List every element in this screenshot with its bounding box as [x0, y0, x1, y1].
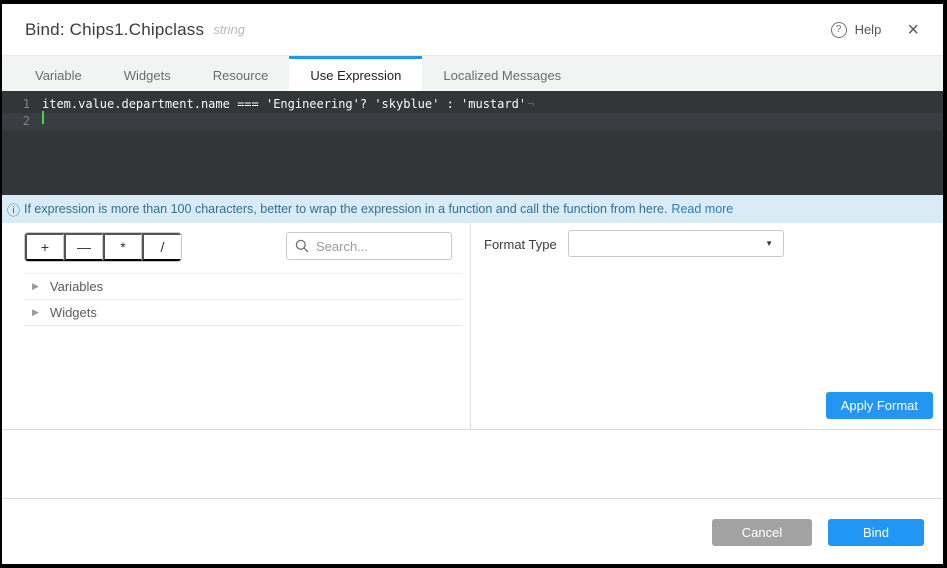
operator-button-group: + — * / [24, 232, 182, 262]
tab-label: Variable [35, 68, 82, 83]
eol-marker: ¬ [527, 96, 534, 113]
code-line-2: 2 [2, 113, 943, 130]
info-text: If expression is more than 100 character… [24, 202, 667, 216]
tab-use-expression[interactable]: Use Expression [289, 56, 422, 91]
multiply-operator-button[interactable]: * [103, 233, 142, 261]
tab-label: Localized Messages [443, 68, 561, 83]
search-box [286, 232, 452, 260]
bind-button[interactable]: Bind [828, 519, 924, 546]
main-panels: + — * / ▶ Variables [2, 223, 943, 430]
tab-localized-messages[interactable]: Localized Messages [422, 56, 582, 91]
help-link[interactable]: Help [855, 22, 882, 37]
tab-variable[interactable]: Variable [14, 56, 103, 91]
tab-label: Widgets [124, 68, 171, 83]
minus-operator-button[interactable]: — [64, 233, 103, 261]
format-type-dropdown[interactable]: ▼ [568, 230, 784, 257]
header-actions: ? Help × [831, 20, 919, 40]
bind-dialog: Bind: Chips1.Chipclass string ? Help × V… [2, 4, 943, 564]
chevron-right-icon: ▶ [32, 307, 39, 318]
chevron-right-icon: ▶ [32, 281, 39, 292]
format-type-label: Format Type [484, 237, 557, 252]
bottom-spacer [2, 430, 943, 499]
expression-info-bar: ⓘ If expression is more than 100 charact… [2, 195, 943, 223]
search-input[interactable] [316, 239, 443, 254]
tree-item-label: Widgets [50, 305, 97, 320]
plus-operator-button[interactable]: + [25, 233, 64, 261]
code-line-1: 1 item.value.department.name === 'Engine… [2, 96, 943, 113]
read-more-link[interactable]: Read more [671, 202, 733, 216]
format-panel: Format Type ▼ Apply Format [471, 223, 943, 429]
dropdown-arrow-icon: ▼ [765, 239, 773, 248]
dialog-title: Bind: Chips1.Chipclass [25, 20, 204, 40]
tree-item-widgets[interactable]: ▶ Widgets [24, 300, 462, 326]
expression-text: item.value.department.name === 'Engineer… [42, 96, 526, 113]
binding-source-tree: ▶ Variables ▶ Widgets [24, 273, 462, 326]
cancel-button[interactable]: Cancel [712, 519, 812, 546]
divide-operator-button[interactable]: / [142, 233, 181, 261]
info-icon: ⓘ [7, 200, 20, 219]
tab-label: Use Expression [310, 68, 401, 83]
apply-format-button[interactable]: Apply Format [826, 392, 933, 419]
tab-label: Resource [213, 68, 269, 83]
tab-bar: Variable Widgets Resource Use Expression… [2, 55, 943, 91]
line-number: 1 [2, 96, 42, 113]
text-cursor [42, 111, 44, 124]
expression-builder-panel: + — * / ▶ Variables [2, 223, 471, 429]
dialog-header: Bind: Chips1.Chipclass string ? Help × [2, 4, 943, 55]
tab-resource[interactable]: Resource [192, 56, 290, 91]
expression-code-editor[interactable]: 1 item.value.department.name === 'Engine… [2, 91, 943, 195]
line-number: 2 [2, 113, 42, 130]
tab-widgets[interactable]: Widgets [103, 56, 192, 91]
tree-item-variables[interactable]: ▶ Variables [24, 274, 462, 300]
search-icon [295, 239, 309, 253]
tree-item-label: Variables [50, 279, 103, 294]
help-icon[interactable]: ? [831, 22, 847, 38]
dialog-footer: Cancel Bind [2, 499, 943, 564]
close-icon[interactable]: × [907, 20, 919, 40]
property-type-hint: string [213, 22, 245, 37]
